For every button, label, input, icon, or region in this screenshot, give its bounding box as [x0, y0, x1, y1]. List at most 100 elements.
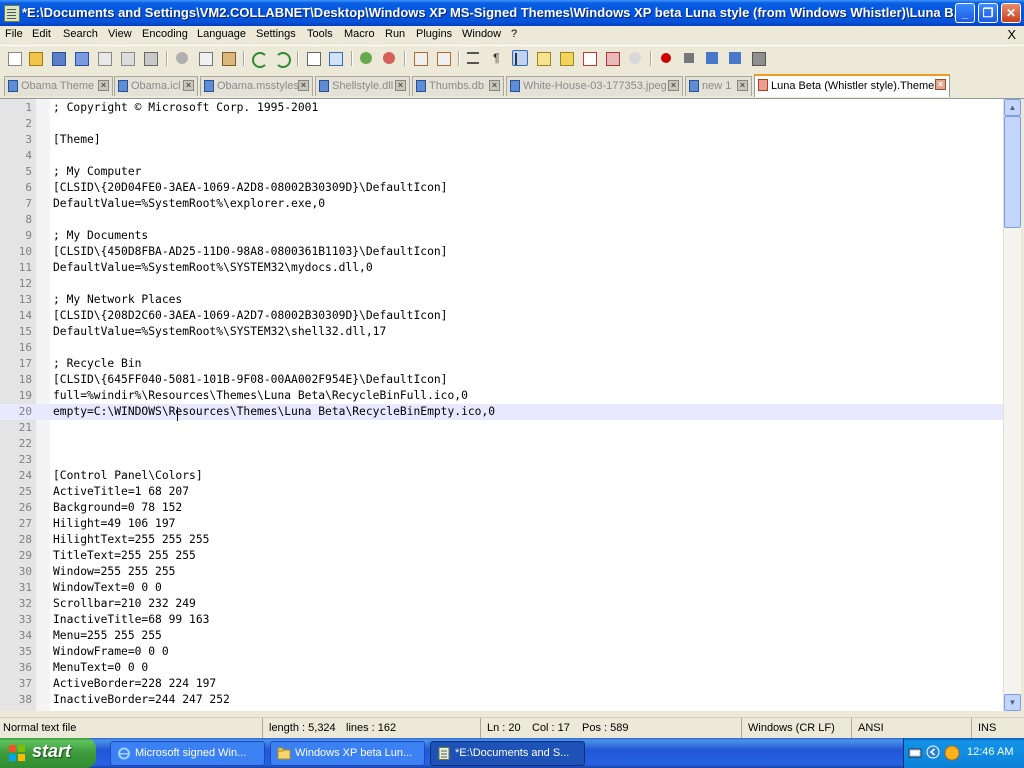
line-text[interactable]: DefaultValue=%SystemRoot%\SYSTEM32\mydoc… — [53, 261, 373, 274]
menu-file[interactable]: File — [5, 28, 23, 40]
editor-line[interactable]: 28 HilightText=255 255 255 — [0, 532, 1003, 548]
taskbar-item-notepad-plus-plus[interactable]: *E:\Documents and S... — [430, 741, 585, 766]
folder-as-workspace-icon[interactable] — [604, 50, 620, 66]
editor-line[interactable]: 12 — [0, 276, 1003, 292]
tab-close-icon[interactable]: × — [98, 80, 109, 91]
vertical-scrollbar[interactable]: ▲ ▼ — [1003, 99, 1021, 711]
line-text[interactable]: ; My Network Places — [53, 293, 182, 306]
sync-horizontal-icon[interactable] — [435, 50, 451, 66]
save-macro-icon[interactable] — [750, 50, 766, 66]
tab-obama-icl[interactable]: Obama.icl × — [114, 76, 198, 96]
menu-window[interactable]: Window — [462, 28, 501, 40]
line-text[interactable]: Menu=255 255 255 — [53, 629, 162, 642]
back-arrow-icon[interactable] — [926, 745, 940, 759]
tab-close-icon[interactable]: × — [668, 80, 679, 91]
tab-thumbs-db[interactable]: Thumbs.db × — [412, 76, 504, 96]
taskbar-item-explorer-folder[interactable]: Windows XP beta Lun... — [270, 741, 425, 766]
scroll-up-arrow-icon[interactable]: ▲ — [1004, 99, 1021, 116]
editor-line[interactable]: 26 Background=0 78 152 — [0, 500, 1003, 516]
minimize-button[interactable]: _ — [955, 3, 975, 23]
editor-line[interactable]: 38 InactiveBorder=244 247 252 — [0, 692, 1003, 708]
editor-line[interactable]: 33 InactiveTitle=68 99 163 — [0, 612, 1003, 628]
line-text[interactable]: ; My Documents — [53, 229, 148, 242]
title-bar[interactable]: *E:\Documents and Settings\VM2.COLLABNET… — [0, 0, 1024, 26]
line-text[interactable]: [CLSID\{450D8FBA-AD25-11D0-98A8-0800361B… — [53, 245, 447, 258]
editor-line[interactable]: 16 — [0, 340, 1003, 356]
line-text[interactable]: ; My Computer — [53, 165, 141, 178]
redo-icon[interactable] — [273, 50, 291, 68]
line-text[interactable]: [CLSID\{645FF040-5081-101B-9F08-00AA002F… — [53, 373, 447, 386]
editor-line[interactable]: 8 — [0, 212, 1003, 228]
menu-language[interactable]: Language — [197, 28, 246, 40]
tab-new-1[interactable]: new 1 × — [685, 76, 752, 96]
menu-macro[interactable]: Macro — [344, 28, 375, 40]
open-file-icon[interactable] — [27, 50, 43, 66]
undo-icon[interactable] — [250, 50, 268, 68]
show-all-characters-icon[interactable]: ¶ — [488, 50, 504, 66]
line-text[interactable]: TitleText=255 255 255 — [53, 549, 196, 562]
line-text[interactable]: [Control Panel\Colors] — [53, 469, 203, 482]
menu-run[interactable]: Run — [385, 28, 405, 40]
menu-edit[interactable]: Edit — [32, 28, 51, 40]
editor-line[interactable]: 31 WindowText=0 0 0 — [0, 580, 1003, 596]
paste-icon[interactable] — [220, 50, 236, 66]
line-text[interactable]: Background=0 78 152 — [53, 501, 182, 514]
run-macro-multiple-icon[interactable] — [727, 50, 743, 66]
zoom-in-icon[interactable] — [358, 50, 374, 66]
editor-line[interactable]: 9 ; My Documents — [0, 228, 1003, 244]
indent-guide-icon[interactable] — [512, 50, 528, 66]
editor-line[interactable]: 10 [CLSID\{450D8FBA-AD25-11D0-98A8-080036… — [0, 244, 1003, 260]
editor-line[interactable]: 36 MenuText=0 0 0 — [0, 660, 1003, 676]
editor-line[interactable]: 2 — [0, 116, 1003, 132]
tab-close-icon[interactable]: × — [395, 80, 406, 91]
editor-line[interactable]: 14 [CLSID\{208D2C60-3AEA-1069-A2D7-08002B… — [0, 308, 1003, 324]
close-window-button[interactable]: ✕ — [1001, 3, 1021, 23]
line-text[interactable]: ActiveTitle=1 68 207 — [53, 485, 189, 498]
editor-line[interactable]: 22 — [0, 436, 1003, 452]
editor-line[interactable]: 27 Hilight=49 106 197 — [0, 516, 1003, 532]
line-text[interactable]: InactiveBorder=244 247 252 — [53, 693, 230, 706]
new-file-icon[interactable] — [6, 50, 22, 66]
restore-button[interactable]: ❐ — [978, 3, 998, 23]
editor-line[interactable]: 30 Window=255 255 255 — [0, 564, 1003, 580]
tab-obama-msstyles[interactable]: Obama.msstyles × — [200, 76, 313, 96]
find-icon[interactable] — [305, 50, 321, 66]
menu-encoding[interactable]: Encoding — [142, 28, 188, 40]
line-text[interactable]: DefaultValue=%SystemRoot%\SYSTEM32\shell… — [53, 325, 386, 338]
record-macro-icon[interactable] — [658, 50, 674, 66]
editor-line[interactable]: 13 ; My Network Places — [0, 292, 1003, 308]
print-icon[interactable] — [142, 50, 158, 66]
menu-plugins[interactable]: Plugins — [416, 28, 452, 40]
menu-view[interactable]: View — [108, 28, 132, 40]
editor-line[interactable]: 7 DefaultValue=%SystemRoot%\explorer.exe,… — [0, 196, 1003, 212]
close-document-button[interactable]: X — [1007, 27, 1016, 42]
editor-line[interactable]: 35 WindowFrame=0 0 0 — [0, 644, 1003, 660]
document-map-icon[interactable] — [558, 50, 574, 66]
tab-white-house-jpeg[interactable]: White-House-03-177353.jpeg × — [506, 76, 683, 96]
menu-tools[interactable]: Tools — [307, 28, 333, 40]
text-editor[interactable]: 1 ; Copyright © Microsoft Corp. 1995-2001… — [0, 99, 1003, 711]
cut-icon[interactable] — [174, 50, 190, 66]
messenger-icon[interactable] — [944, 745, 960, 761]
editor-line[interactable]: 20 empty=C:\WINDOWS\Resources\Themes\Luna… — [0, 404, 1003, 420]
tab-close-icon[interactable]: × — [183, 80, 194, 91]
editor-line[interactable]: 6 [CLSID\{20D04FE0-3AEA-1069-A2D8-08002B3… — [0, 180, 1003, 196]
start-button[interactable]: start — [0, 738, 96, 768]
menu-help[interactable]: ? — [511, 28, 517, 40]
editor-line[interactable]: 15 DefaultValue=%SystemRoot%\SYSTEM32\she… — [0, 324, 1003, 340]
line-text[interactable]: Scrollbar=210 232 249 — [53, 597, 196, 610]
editor-line[interactable]: 1 ; Copyright © Microsoft Corp. 1995-2001 — [0, 100, 1003, 116]
line-text[interactable]: [Theme] — [53, 133, 101, 146]
close-file-icon[interactable] — [96, 50, 112, 66]
tab-close-icon[interactable]: × — [935, 79, 946, 90]
menu-settings[interactable]: Settings — [256, 28, 296, 40]
editor-line[interactable]: 18 [CLSID\{645FF040-5081-101B-9F08-00AA00… — [0, 372, 1003, 388]
word-wrap-icon[interactable] — [465, 50, 481, 66]
line-text[interactable]: Hilight=49 106 197 — [53, 517, 175, 530]
editor-line[interactable]: 19 full=%windir%\Resources\Themes\Luna Be… — [0, 388, 1003, 404]
line-text[interactable]: ; Copyright © Microsoft Corp. 1995-2001 — [53, 101, 318, 114]
language-icon[interactable] — [535, 50, 551, 66]
editor-line[interactable]: 32 Scrollbar=210 232 249 — [0, 596, 1003, 612]
copy-icon[interactable] — [197, 50, 213, 66]
editor-line[interactable]: 25 ActiveTitle=1 68 207 — [0, 484, 1003, 500]
